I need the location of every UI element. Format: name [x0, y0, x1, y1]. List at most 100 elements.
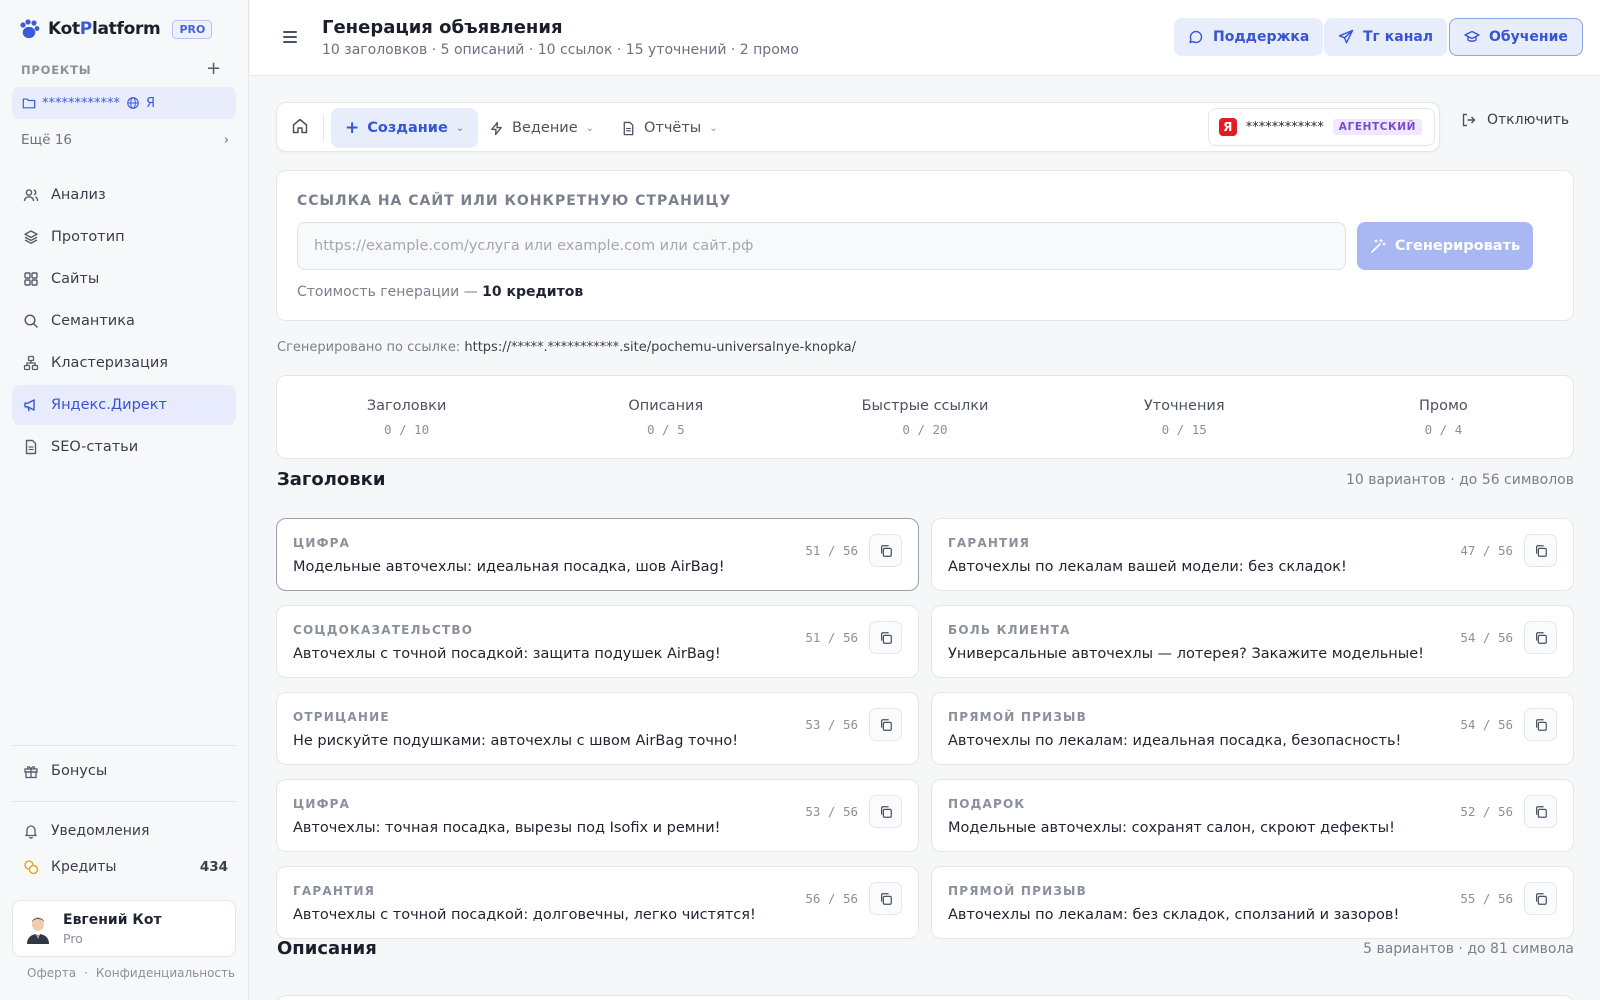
descriptions-section-header: Описания 5 вариантов · до 81 символа	[277, 938, 1574, 959]
page-subtitle: 10 заголовков · 5 описаний · 10 ссылок ·…	[322, 42, 799, 58]
menu-icon[interactable]	[283, 31, 297, 46]
app-name: KotPlatform	[48, 19, 161, 39]
copy-icon	[1535, 805, 1547, 818]
disconnect-button[interactable]: Отключить	[1461, 112, 1569, 128]
credits-value: 434	[199, 859, 228, 875]
legal-separator: ·	[84, 966, 88, 980]
chat-icon	[1189, 30, 1203, 44]
headline-card[interactable]: БОЛЬ КЛИЕНТА Универсальные авточехлы — ло…	[931, 605, 1574, 678]
globe-icon	[127, 97, 139, 109]
headline-card[interactable]: ПОДАРОК Модельные авточехлы: сохранят сал…	[931, 779, 1574, 852]
notifications-label: Уведомления	[51, 823, 150, 839]
add-project-button[interactable]: +	[206, 58, 221, 79]
headline-card[interactable]: ПРЯМОЙ ПРИЗЫВ Авточехлы по лекалам: без с…	[931, 866, 1574, 939]
logo[interactable]: KotPlatform PRO	[18, 16, 213, 42]
offer-link[interactable]: Оферта	[27, 966, 76, 980]
copy-button[interactable]	[869, 534, 902, 567]
copy-button[interactable]	[869, 882, 902, 915]
stat-value: 0 / 15	[1161, 421, 1207, 437]
generate-button[interactable]: Сгенерировать	[1357, 222, 1533, 270]
nav-label: Анализ	[51, 187, 106, 203]
copy-icon	[1535, 892, 1547, 905]
headline-text: Авточехлы по лекалам вашей модели: без с…	[948, 559, 1347, 575]
privacy-link[interactable]: Конфиденциальность	[96, 966, 235, 980]
plus-icon: +	[206, 58, 222, 79]
bonus-button[interactable]: Бонусы	[12, 751, 236, 791]
support-button[interactable]: Поддержка	[1174, 18, 1324, 56]
notifications-button[interactable]: Уведомления	[12, 813, 236, 849]
copy-icon	[880, 544, 892, 557]
nav-item-prototype[interactable]: Прототип	[12, 217, 236, 257]
tab-create[interactable]: + Создание ⌄	[331, 108, 479, 148]
char-count: 52 / 56	[1460, 804, 1513, 819]
logout-icon	[1462, 113, 1476, 127]
telegram-button[interactable]: Тг канал	[1324, 18, 1448, 56]
disconnect-label: Отключить	[1487, 112, 1570, 128]
char-count: 54 / 56	[1460, 717, 1513, 732]
gift-icon	[24, 766, 38, 779]
headline-card[interactable]: ЦИФРА Модельные авточехлы: идеальная поса…	[276, 518, 919, 591]
headline-tag: ЦИФРА	[293, 536, 351, 550]
nav-item-analysis[interactable]: Анализ	[12, 175, 236, 215]
tab-manage[interactable]: Ведение ⌄	[475, 108, 608, 148]
copy-button[interactable]	[1524, 882, 1557, 915]
copy-button[interactable]	[869, 708, 902, 741]
url-input[interactable]	[297, 222, 1346, 270]
tab-reports[interactable]: Отчёты ⌄	[607, 108, 732, 148]
headline-card[interactable]: ОТРИЦАНИЕ Не рискуйте подушками: авточехл…	[276, 692, 919, 765]
stat-sitelinks: Быстрые ссылки 0 / 20	[795, 376, 1054, 458]
chevron-down-icon: ⌄	[585, 122, 595, 134]
headline-card[interactable]: ГАРАНТИЯ Авточехлы с точной посадкой: дол…	[276, 866, 919, 939]
account-selector[interactable]: Я ************ АГЕНТСКИЙ	[1207, 108, 1435, 146]
nav-item-sites[interactable]: Сайты	[12, 259, 236, 299]
telegram-label: Тг канал	[1363, 29, 1434, 45]
copy-icon	[880, 631, 892, 644]
copy-button[interactable]	[1524, 621, 1557, 654]
credits-row[interactable]: Кредиты 434	[12, 849, 236, 885]
sidebar: KotPlatform PRO ПРОЕКТЫ + ************ Я…	[0, 0, 249, 1000]
chevron-down-icon: ⌄	[455, 122, 465, 134]
stat-name: Описания	[628, 397, 704, 414]
nav-item-clustering[interactable]: Кластеризация	[12, 343, 236, 383]
nav-item-semantics[interactable]: Семантика	[12, 301, 236, 341]
graduation-cap-icon	[1464, 30, 1480, 42]
nav-label: Кластеризация	[51, 355, 169, 371]
headline-card[interactable]: СОЦДОКАЗАТЕЛЬСТВО Авточехлы с точной поса…	[276, 605, 919, 678]
headline-card[interactable]: ПРЯМОЙ ПРИЗЫВ Авточехлы по лекалам: идеал…	[931, 692, 1574, 765]
stat-name: Быстрые ссылки	[861, 397, 989, 414]
copy-button[interactable]	[1524, 795, 1557, 828]
legal-links: Оферта · Конфиденциальность	[27, 966, 235, 980]
source-url[interactable]: https://*****.***********.site/pochemu-u…	[464, 340, 856, 355]
stat-value: 0 / 20	[902, 421, 948, 437]
char-count: 53 / 56	[805, 717, 858, 732]
projects-title: ПРОЕКТЫ	[21, 63, 92, 77]
user-card[interactable]: Евгений Кот Pro	[12, 900, 236, 957]
tab-reports-label: Отчёты	[644, 120, 702, 136]
headline-card[interactable]: ГАРАНТИЯ Авточехлы по лекалам вашей модел…	[931, 518, 1574, 591]
section-meta: 5 вариантов · до 81 символа	[1363, 940, 1574, 957]
source-url-line: Сгенерировано по ссылке: https://*****.*…	[277, 340, 856, 355]
education-button[interactable]: Обучение	[1449, 18, 1583, 56]
nav-item-seo-articles[interactable]: SEO-статьи	[12, 427, 236, 467]
chevron-right-icon: ›	[223, 132, 229, 148]
copy-button[interactable]	[869, 795, 902, 828]
headline-tag: ОТРИЦАНИЕ	[293, 710, 390, 724]
grid-icon	[24, 272, 38, 286]
nav-item-yandex-direct[interactable]: Яндекс.Директ	[12, 385, 236, 425]
home-icon[interactable]	[291, 117, 309, 135]
copy-button[interactable]	[869, 621, 902, 654]
layers-icon	[24, 230, 38, 244]
char-count: 53 / 56	[805, 804, 858, 819]
copy-button[interactable]	[1524, 708, 1557, 741]
copy-button[interactable]	[1524, 534, 1557, 567]
headline-text: Модельные авточехлы: сохранят салон, скр…	[948, 820, 1395, 836]
send-icon	[1338, 29, 1354, 44]
plus-icon: +	[345, 118, 360, 138]
headline-card[interactable]: ЦИФРА Авточехлы: точная посадка, вырезы п…	[276, 779, 919, 852]
project-item[interactable]: ************ Я	[12, 87, 236, 119]
user-plan: Pro	[63, 930, 83, 946]
more-projects[interactable]: Ещё 16 ›	[21, 132, 229, 148]
stat-value: 0 / 10	[384, 421, 430, 437]
stat-value: 0 / 5	[646, 421, 685, 437]
tab-create-label: Создание	[367, 120, 448, 136]
